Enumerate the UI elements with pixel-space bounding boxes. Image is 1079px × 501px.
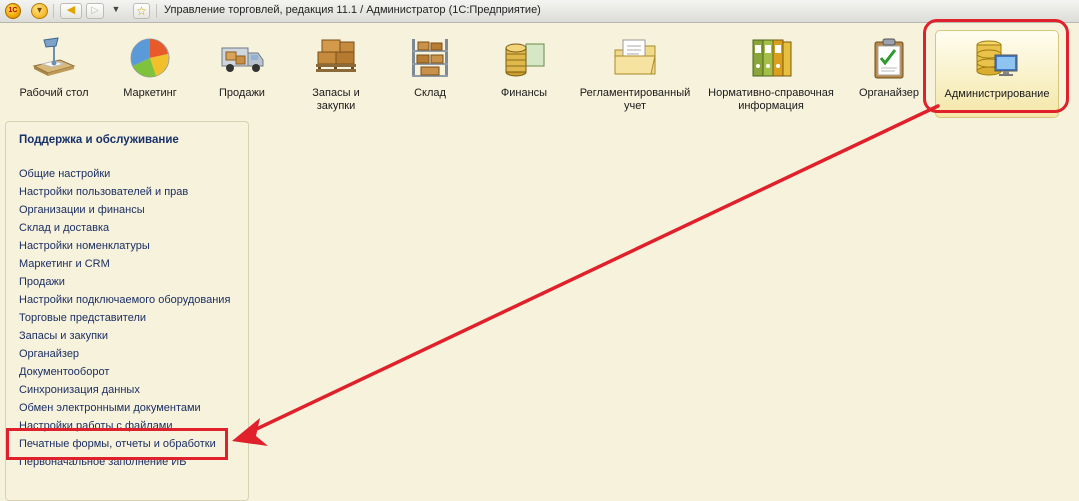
forward-arrow-icon: ▷ xyxy=(91,5,99,16)
coins-icon xyxy=(500,36,548,80)
nav-item-warehouse-delivery[interactable]: Склад и доставка xyxy=(19,221,230,239)
toolbar-separator xyxy=(156,4,157,18)
window-title: Управление торговлей, редакция 11.1 / Ад… xyxy=(164,4,541,16)
desk-lamp-icon xyxy=(30,36,78,80)
nav-item-marketing-crm[interactable]: Маркетинг и CRM xyxy=(19,257,230,275)
section-label: Склад xyxy=(414,87,446,99)
section-marketing[interactable]: Маркетинг xyxy=(110,30,190,118)
delivery-truck-icon xyxy=(218,36,266,80)
section-regulated[interactable]: Регламентированный учет xyxy=(576,30,694,118)
back-arrow-icon: ◀ xyxy=(66,4,76,16)
section-label: Рабочий стол xyxy=(19,87,89,99)
nav-item-nomenclature[interactable]: Настройки номенклатуры xyxy=(19,239,230,257)
nav-panel-title: Поддержка и обслуживание xyxy=(19,134,179,146)
main-menu-button[interactable]: ▾ xyxy=(31,3,48,19)
section-sales[interactable]: Продажи xyxy=(207,30,277,118)
section-finance[interactable]: Финансы xyxy=(488,30,560,118)
annotation-highlight-admin xyxy=(923,19,1069,113)
nav-item-sales[interactable]: Продажи xyxy=(19,275,230,293)
nav-item-equipment[interactable]: Настройки подключаемого оборудования xyxy=(19,293,230,311)
nav-item-organizations-finance[interactable]: Организации и финансы xyxy=(19,203,230,221)
nav-item-document-flow[interactable]: Документооборот xyxy=(19,365,230,383)
annotation-highlight-nav-item xyxy=(6,428,228,460)
section-organizer[interactable]: Органайзер xyxy=(853,30,925,118)
nav-item-stock-purchases[interactable]: Запасы и закупки xyxy=(19,329,230,347)
nav-item-sales-reps[interactable]: Торговые представители xyxy=(19,311,230,329)
section-label: Регламентированный учет xyxy=(579,87,691,112)
history-button[interactable]: ▼ xyxy=(108,3,124,19)
star-icon: ☆ xyxy=(136,4,147,18)
sections-panel: Рабочий стол Маркетинг Продажи Запасы и … xyxy=(0,22,1079,118)
favorites-button[interactable]: ☆ xyxy=(133,3,150,19)
app-logo-icon[interactable]: 1С xyxy=(5,3,21,19)
nav-item-general-settings[interactable]: Общие настройки xyxy=(19,167,230,185)
section-warehouse[interactable]: Склад xyxy=(395,30,465,118)
binders-icon xyxy=(747,36,795,80)
dropdown-icon: ▼ xyxy=(111,4,121,14)
clipboard-icon xyxy=(865,36,913,80)
section-label: Маркетинг xyxy=(123,87,177,99)
section-label: Органайзер xyxy=(858,87,920,99)
back-button[interactable]: ◀ xyxy=(60,3,82,19)
forward-button[interactable]: ▷ xyxy=(86,3,104,19)
section-desktop[interactable]: Рабочий стол xyxy=(17,30,91,118)
toolbar-separator xyxy=(53,4,54,18)
nav-item-organizer[interactable]: Органайзер xyxy=(19,347,230,365)
pie-chart-icon xyxy=(126,36,174,80)
chevron-down-icon: ▾ xyxy=(36,5,43,16)
nav-item-users-rights[interactable]: Настройки пользователей и прав xyxy=(19,185,230,203)
pallet-boxes-icon xyxy=(312,36,360,80)
section-reference[interactable]: Нормативно-справочная информация xyxy=(705,30,837,118)
section-label: Финансы xyxy=(500,87,548,99)
section-label: Запасы и закупки xyxy=(312,87,360,112)
nav-item-edi[interactable]: Обмен электронными документами xyxy=(19,401,230,419)
section-stock[interactable]: Запасы и закупки xyxy=(299,30,373,118)
shelf-icon xyxy=(406,36,454,80)
section-label: Нормативно-справочная информация xyxy=(708,87,834,112)
title-bar: 1С ▾ ◀ ▷ ▼ ☆ Управление торговлей, редак… xyxy=(0,0,1079,23)
folder-documents-icon xyxy=(611,36,659,80)
section-label: Продажи xyxy=(219,87,265,99)
nav-item-data-sync[interactable]: Синхронизация данных xyxy=(19,383,230,401)
